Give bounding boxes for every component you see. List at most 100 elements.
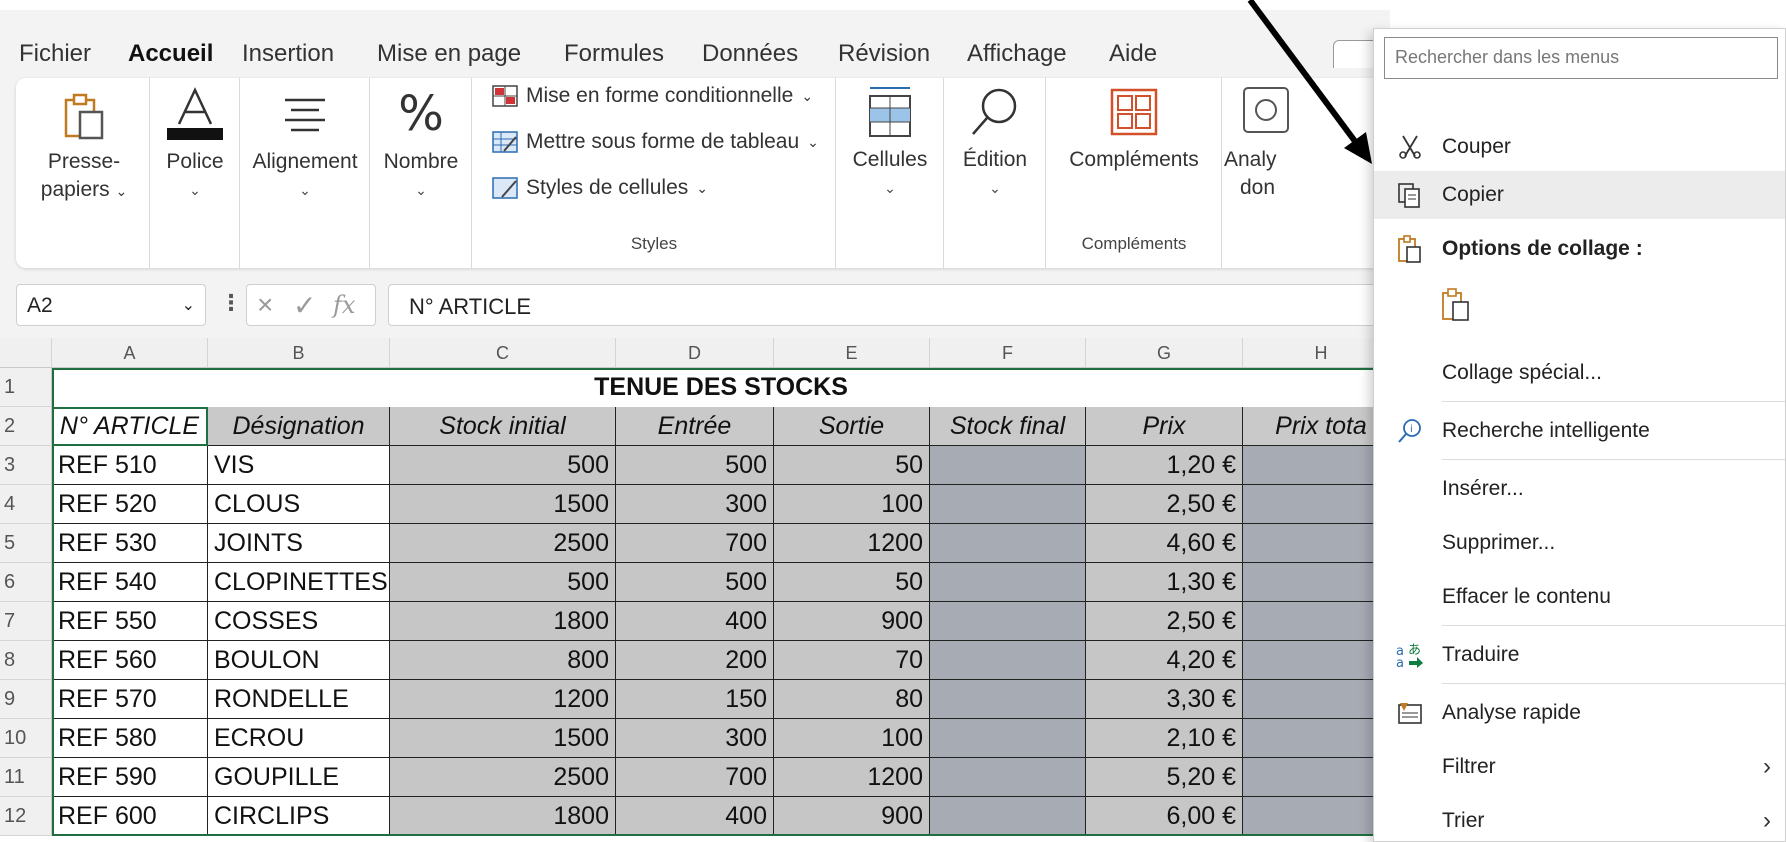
table-cell[interactable]: CLOUS	[208, 485, 390, 524]
table-cell[interactable]	[1243, 797, 1390, 836]
table-cell[interactable]: CIRCLIPS	[208, 797, 390, 836]
tab-formules[interactable]: Formules	[564, 40, 664, 68]
row-header-4[interactable]: 4	[0, 485, 52, 524]
table-cell[interactable]: 100	[774, 485, 930, 524]
table-cell[interactable]: REF 590	[52, 758, 208, 797]
table-cell[interactable]: ECROU	[208, 719, 390, 758]
tab-donnees[interactable]: Données	[702, 40, 798, 68]
tab-accueil[interactable]: Accueil	[128, 40, 214, 78]
table-cell[interactable]	[1243, 446, 1390, 485]
row-header-2[interactable]: 2	[0, 407, 52, 446]
column-header-d[interactable]: D	[616, 338, 774, 368]
table-cell[interactable]: 2,50 €	[1086, 485, 1243, 524]
table-cell[interactable]: REF 540	[52, 563, 208, 602]
addins-button[interactable]: Compléments	[1052, 84, 1216, 174]
editing-button[interactable]: Édition ⌄	[948, 84, 1042, 202]
header-cell[interactable]: Prix	[1086, 407, 1243, 446]
menu-item-translate[interactable]: aあa Traduire	[1374, 631, 1785, 679]
table-cell[interactable]: BOULON	[208, 641, 390, 680]
table-cell[interactable]: 300	[616, 719, 774, 758]
conditional-format-button[interactable]: Mise en forme conditionnelle ⌄	[492, 84, 813, 108]
row-header-12[interactable]: 12	[0, 797, 52, 836]
column-header-g[interactable]: G	[1086, 338, 1243, 368]
formula-input[interactable]: N° ARTICLE	[388, 284, 1390, 326]
table-cell[interactable]	[930, 641, 1086, 680]
table-cell[interactable]: 2500	[390, 524, 616, 563]
tab-insertion[interactable]: Insertion	[242, 40, 334, 68]
table-cell[interactable]: 50	[774, 446, 930, 485]
formula-bar-grip-icon[interactable]: ⋮	[220, 290, 242, 316]
table-cell[interactable]	[1243, 485, 1390, 524]
table-cell[interactable]: 500	[390, 563, 616, 602]
table-cell[interactable]	[1243, 563, 1390, 602]
table-cell[interactable]: 1800	[390, 797, 616, 836]
table-cell[interactable]: 1200	[774, 758, 930, 797]
row-header-3[interactable]: 3	[0, 446, 52, 485]
column-header-c[interactable]: C	[390, 338, 616, 368]
row-header-5[interactable]: 5	[0, 524, 52, 563]
name-box[interactable]: A2 ⌄	[16, 284, 206, 326]
table-cell[interactable]: REF 560	[52, 641, 208, 680]
table-cell[interactable]: 1,30 €	[1086, 563, 1243, 602]
table-cell[interactable]: 100	[774, 719, 930, 758]
table-cell[interactable]: 1200	[774, 524, 930, 563]
row-header-9[interactable]: 9	[0, 680, 52, 719]
header-cell[interactable]: Stock initial	[390, 407, 616, 446]
format-as-table-button[interactable]: Mettre sous forme de tableau ⌄	[492, 130, 819, 154]
table-cell[interactable]: 6,00 €	[1086, 797, 1243, 836]
table-cell[interactable]: 4,60 €	[1086, 524, 1243, 563]
header-cell[interactable]: Prix tota	[1243, 407, 1390, 446]
table-cell[interactable]	[1243, 758, 1390, 797]
table-cell[interactable]	[930, 680, 1086, 719]
menu-item-insert[interactable]: Insérer...	[1374, 465, 1785, 513]
table-cell[interactable]	[930, 602, 1086, 641]
table-cell[interactable]	[930, 797, 1086, 836]
table-cell[interactable]: REF 570	[52, 680, 208, 719]
table-cell[interactable]: 2,50 €	[1086, 602, 1243, 641]
table-cell[interactable]: 70	[774, 641, 930, 680]
number-button[interactable]: % Nombre ⌄	[374, 86, 468, 204]
menu-item-paste-special[interactable]: Collage spécial...	[1374, 349, 1785, 397]
table-cell[interactable]	[1243, 524, 1390, 563]
table-cell[interactable]	[930, 758, 1086, 797]
menu-item-copy[interactable]: Copier	[1374, 171, 1785, 219]
insert-function-icon[interactable]: fx	[333, 291, 355, 319]
menu-item-cut[interactable]: Couper	[1374, 123, 1785, 171]
row-header-8[interactable]: 8	[0, 641, 52, 680]
table-cell[interactable]: 1200	[390, 680, 616, 719]
menu-item-paste[interactable]	[1374, 277, 1785, 333]
table-cell[interactable]: 2500	[390, 758, 616, 797]
enter-icon[interactable]: ✓	[293, 289, 316, 322]
column-header-e[interactable]: E	[774, 338, 930, 368]
table-cell[interactable]: 80	[774, 680, 930, 719]
sheet-title-cell[interactable]: TENUE DES STOCKS	[52, 368, 1390, 407]
column-header-b[interactable]: B	[208, 338, 390, 368]
table-cell[interactable]: GOUPILLE	[208, 758, 390, 797]
table-cell[interactable]: 3,30 €	[1086, 680, 1243, 719]
tab-mise-en-page[interactable]: Mise en page	[377, 40, 521, 68]
table-cell[interactable]: REF 580	[52, 719, 208, 758]
menu-item-quick-analysis[interactable]: Analyse rapide	[1374, 689, 1785, 737]
table-cell[interactable]: 200	[616, 641, 774, 680]
column-header-f[interactable]: F	[930, 338, 1086, 368]
menu-item-delete[interactable]: Supprimer...	[1374, 519, 1785, 567]
row-header-1[interactable]: 1	[0, 368, 52, 407]
menu-search-input[interactable]: Rechercher dans les menus	[1384, 37, 1778, 79]
table-cell[interactable]	[1243, 680, 1390, 719]
table-cell[interactable]: REF 530	[52, 524, 208, 563]
menu-item-smart-lookup[interactable]: i Recherche intelligente	[1374, 407, 1785, 455]
table-cell[interactable]	[930, 524, 1086, 563]
row-header-6[interactable]: 6	[0, 563, 52, 602]
chevron-down-icon[interactable]: ⌄	[182, 295, 195, 315]
header-cell[interactable]: Désignation	[208, 407, 390, 446]
table-cell[interactable]: REF 550	[52, 602, 208, 641]
tab-revision[interactable]: Révision	[838, 40, 930, 68]
cells-button[interactable]: Cellules ⌄	[840, 84, 940, 202]
table-cell[interactable]	[1243, 602, 1390, 641]
analyze-data-button[interactable]: Analy don	[1224, 84, 1294, 202]
table-cell[interactable]: 400	[616, 602, 774, 641]
table-cell[interactable]: 500	[616, 446, 774, 485]
clipboard-button[interactable]: Presse- papiers ⌄	[34, 92, 134, 205]
table-cell[interactable]: COSSES	[208, 602, 390, 641]
table-cell[interactable]	[930, 446, 1086, 485]
